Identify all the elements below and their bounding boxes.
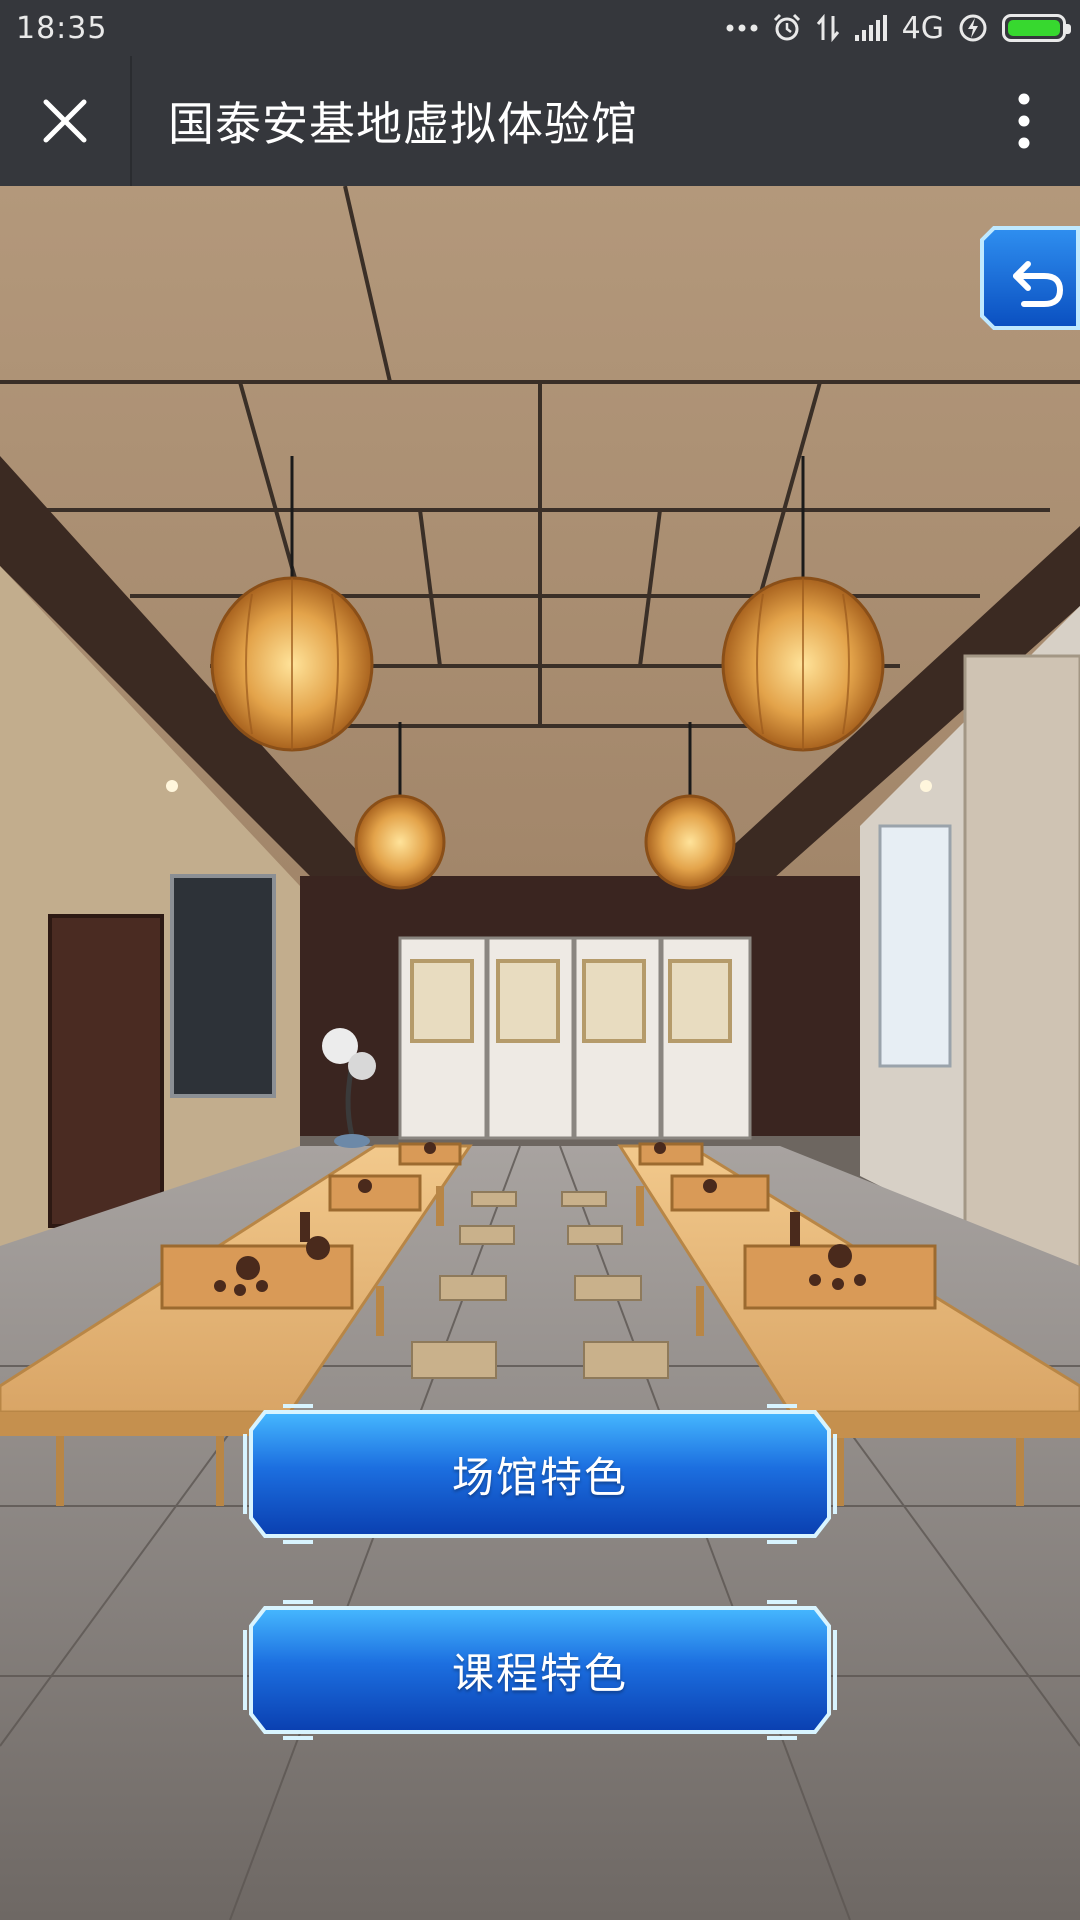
close-button[interactable] — [0, 56, 132, 186]
undo-back-icon — [980, 226, 1080, 330]
title-bar: 国泰安基地虚拟体验馆 — [0, 56, 1080, 186]
back-button[interactable] — [980, 226, 1080, 330]
close-icon — [43, 99, 87, 143]
data-transfer-icon — [816, 14, 840, 42]
battery-icon — [1002, 14, 1071, 42]
more-notifications-icon — [726, 23, 758, 33]
venue-features-button[interactable]: 场馆特色 — [243, 1404, 837, 1544]
page-title: 国泰安基地虚拟体验馆 — [168, 97, 638, 151]
signal-strength-icon — [854, 15, 888, 41]
course-features-label: 课程特色 — [451, 1648, 628, 1698]
alarm-clock-icon — [772, 13, 802, 43]
charging-icon — [958, 13, 988, 43]
status-bar: 18:35 4G — [0, 0, 1080, 56]
network-type: 4G — [901, 10, 944, 46]
course-features-button[interactable]: 课程特色 — [243, 1600, 837, 1740]
battery-level-fill — [1008, 20, 1060, 36]
status-time: 18:35 — [16, 10, 108, 46]
venue-features-label: 场馆特色 — [451, 1452, 628, 1502]
virtual-tour-scene[interactable]: 场馆特色 课程特色 — [0, 186, 1080, 1920]
more-options-button[interactable] — [994, 56, 1054, 186]
more-vertical-icon — [1018, 93, 1030, 149]
status-icons: 4G — [726, 10, 1071, 46]
